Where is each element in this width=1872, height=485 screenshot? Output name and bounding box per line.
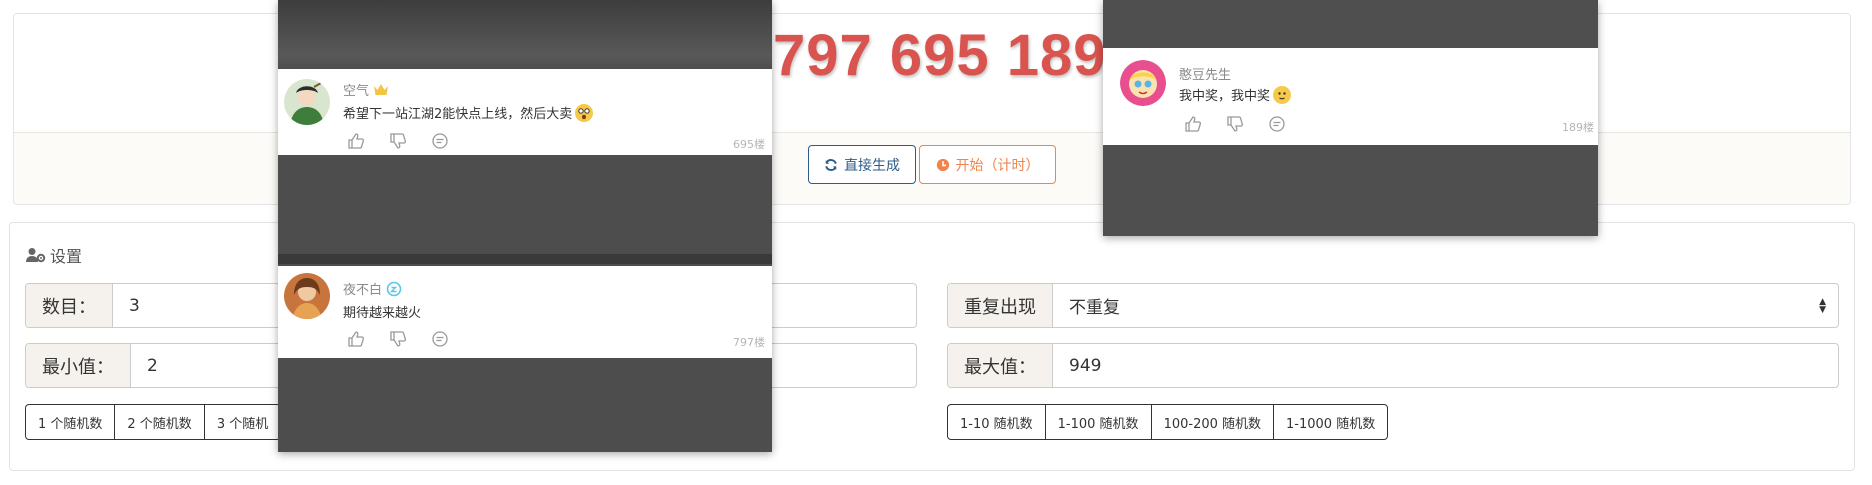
thumbs-up-icon[interactable] <box>347 132 365 150</box>
comment-text-body: 我中奖，我中奖 <box>1179 89 1271 104</box>
max-label: 最大值： <box>948 344 1053 387</box>
comment-actions <box>347 132 449 150</box>
settings-heading: 设置 <box>26 243 82 267</box>
comment-floor: 797楼 <box>733 336 765 349</box>
range-1-10[interactable]: 1-10 随机数 <box>948 405 1046 439</box>
comment-floor: 695楼 <box>733 138 765 151</box>
overlay-divider <box>278 254 772 264</box>
comment-username[interactable]: 空气 <box>343 80 369 99</box>
comment-actions <box>347 330 449 348</box>
generate-button[interactable]: 直接生成 <box>808 145 916 184</box>
count-preset-group: 1 个随机数 2 个随机数 3 个随机 <box>25 404 282 440</box>
comment-overlay-right: 憨豆先生 我中奖，我中奖 189楼 <box>1103 0 1598 236</box>
smile-emoji-icon <box>1273 85 1292 104</box>
surprised-emoji-icon <box>575 103 594 122</box>
refresh-icon <box>825 158 837 171</box>
comment-floor: 189楼 <box>1562 121 1594 134</box>
comment-actions <box>1184 115 1286 133</box>
comment-user: 空气 <box>343 80 389 99</box>
repeat-select[interactable]: 不重复 ▲ ▼ <box>1053 284 1838 327</box>
repeat-select-group: 重复出现 不重复 ▲ ▼ <box>947 283 1839 328</box>
thumbs-down-icon[interactable] <box>389 132 407 150</box>
select-arrows-icon: ▲ ▼ <box>1819 297 1826 315</box>
avatar <box>284 273 330 319</box>
reply-icon[interactable] <box>431 330 449 348</box>
reply-icon[interactable] <box>1268 115 1286 133</box>
preset-1-random[interactable]: 1 个随机数 <box>26 405 116 439</box>
preset-3-random[interactable]: 3 个随机 <box>205 405 280 439</box>
min-label: 最小值： <box>26 344 131 387</box>
comment-overlay-left: 空气 希望下一站江湖2能快点上线，然后大卖 695楼 夜不白 期待越来越火 79… <box>278 0 772 452</box>
max-input-group: 最大值： 949 <box>947 343 1839 388</box>
reply-icon[interactable] <box>431 132 449 150</box>
start-timer-button[interactable]: 开始（计时） <box>919 145 1056 184</box>
repeat-label: 重复出现 <box>948 284 1053 327</box>
result-number: 797 695 189 <box>773 23 1107 88</box>
max-input[interactable]: 949 <box>1053 344 1838 387</box>
repeat-select-value: 不重复 <box>1069 298 1120 318</box>
crown-icon <box>374 84 389 95</box>
thumbs-down-icon[interactable] <box>1226 115 1244 133</box>
settings-title: 设置 <box>50 247 83 266</box>
thumbs-up-icon[interactable] <box>347 330 365 348</box>
avatar <box>1120 60 1166 106</box>
clock-icon <box>936 158 949 171</box>
level-icon <box>386 281 402 296</box>
user-settings-icon <box>26 248 46 263</box>
range-1-100[interactable]: 1-100 随机数 <box>1046 405 1152 439</box>
comment-username[interactable]: 憨豆先生 <box>1179 64 1231 83</box>
comment-text: 期待越来越火 <box>343 302 421 321</box>
comment-user: 憨豆先生 <box>1179 64 1231 83</box>
comment-text-body: 希望下一站江湖2能快点上线，然后大卖 <box>343 107 573 122</box>
range-preset-group: 1-10 随机数 1-100 随机数 100-200 随机数 1-1000 随机… <box>947 404 1389 440</box>
comment-text: 我中奖，我中奖 <box>1179 85 1292 104</box>
comment-text-body: 期待越来越火 <box>343 306 422 321</box>
range-100-200[interactable]: 100-200 随机数 <box>1152 405 1275 439</box>
preset-2-random[interactable]: 2 个随机数 <box>115 405 205 439</box>
generate-button-label: 直接生成 <box>844 157 900 174</box>
range-1-1000[interactable]: 1-1000 随机数 <box>1274 405 1387 439</box>
comment-item: 憨豆先生 我中奖，我中奖 189楼 <box>1103 48 1598 145</box>
avatar <box>284 79 330 125</box>
thumbs-up-icon[interactable] <box>1184 115 1202 133</box>
comment-text: 希望下一站江湖2能快点上线，然后大卖 <box>343 103 594 122</box>
thumbs-down-icon[interactable] <box>389 330 407 348</box>
start-timer-button-label: 开始（计时） <box>955 157 1040 174</box>
comment-user: 夜不白 <box>343 279 402 298</box>
comment-item: 夜不白 期待越来越火 797楼 <box>278 266 772 358</box>
count-label: 数目： <box>26 284 113 327</box>
comment-item: 空气 希望下一站江湖2能快点上线，然后大卖 695楼 <box>278 69 772 155</box>
comment-username[interactable]: 夜不白 <box>343 279 382 298</box>
